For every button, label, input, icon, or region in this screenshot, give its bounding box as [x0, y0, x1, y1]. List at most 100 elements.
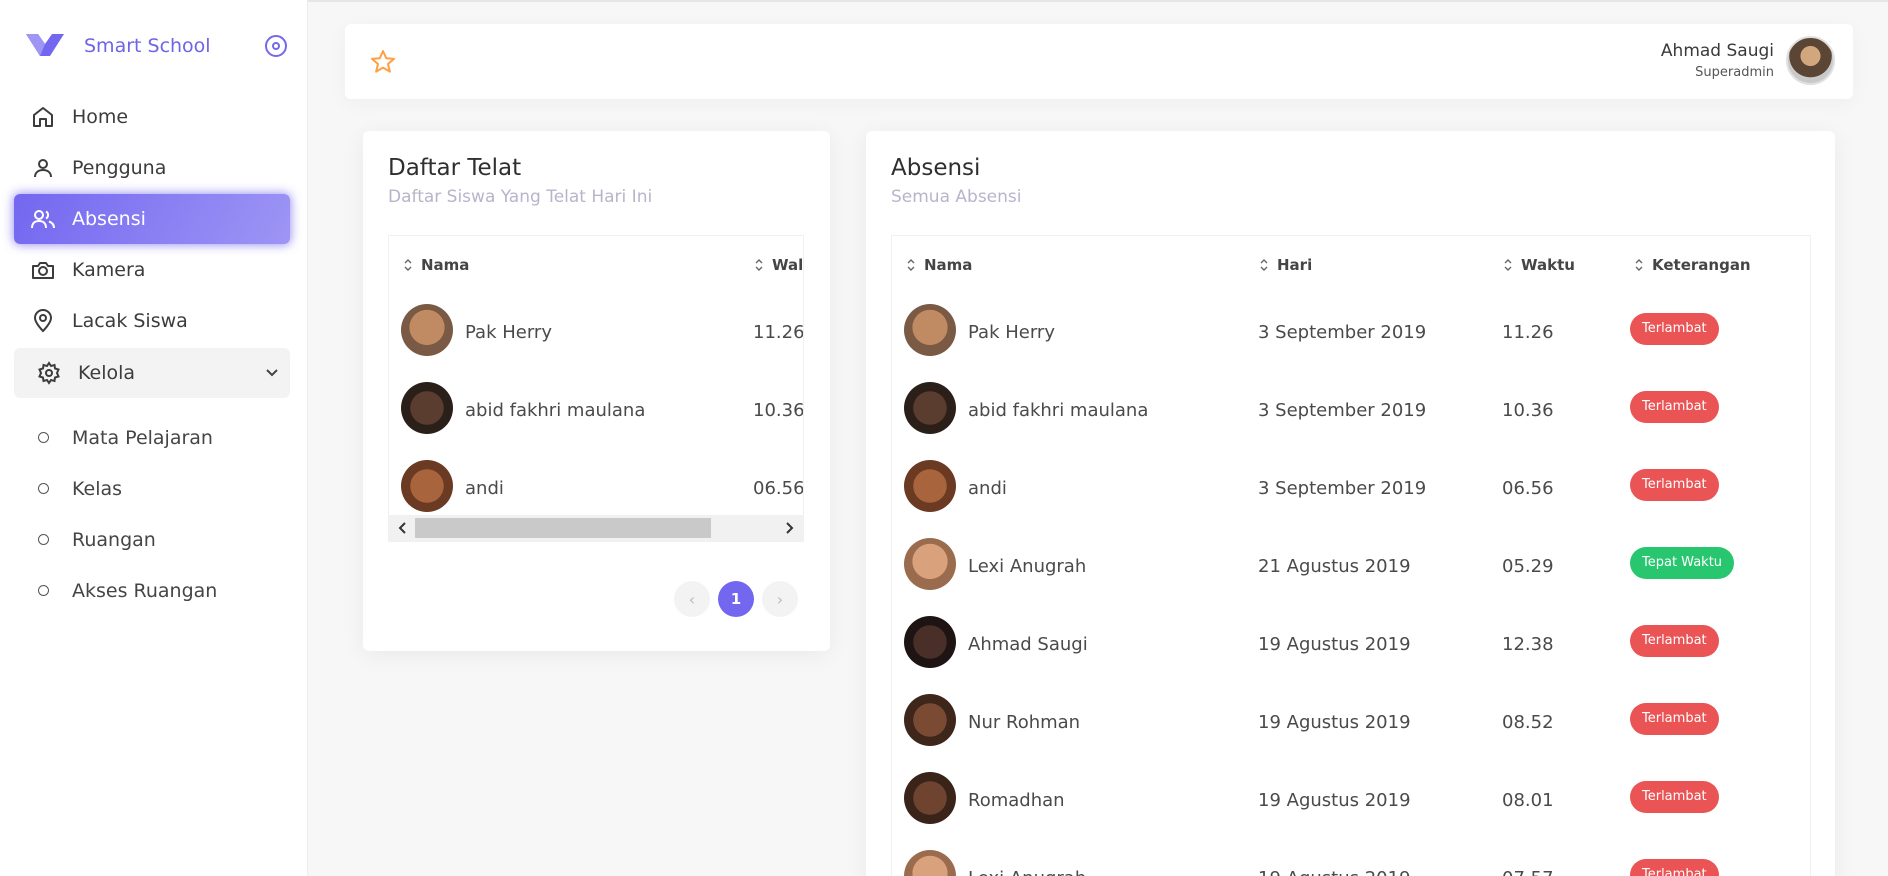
avatar[interactable] [1786, 36, 1835, 85]
sidebar-subitem-ruangan[interactable]: Ruangan [14, 514, 290, 565]
sort-icon [404, 259, 412, 271]
sidebar-subitem-mata-pelajaran[interactable]: Mata Pelajaran [14, 412, 290, 463]
horizontal-scrollbar[interactable] [389, 515, 803, 541]
table-row[interactable]: Pak Herry 3 September 2019 11.26 Terlamb… [892, 293, 1810, 371]
avatar [904, 850, 956, 876]
column-header-nama[interactable]: Nama [403, 256, 469, 274]
sidebar-item-absensi[interactable]: Absensi [14, 194, 290, 244]
table-row[interactable]: Lexi Anugrah 19 Agustus 2019 07.57 Terla… [892, 839, 1810, 876]
row-name: abid fakhri maulana [968, 400, 1149, 421]
row-name: andi [465, 478, 504, 499]
status-badge: Terlambat [1630, 391, 1719, 423]
pagination: ‹ 1 › [674, 581, 798, 617]
sidebar-item-label: Lacak Siswa [72, 310, 188, 332]
page-button-1[interactable]: 1 [718, 581, 754, 617]
row-time: 12.38 [1502, 634, 1554, 655]
row-day: 19 Agustus 2019 [1258, 790, 1411, 811]
scroll-left-icon[interactable] [397, 522, 409, 534]
table-row[interactable]: abid fakhri maulana 3 September 2019 10.… [892, 371, 1810, 449]
user-role: Superadmin [1695, 65, 1774, 80]
sidebar: Smart School Home Pengguna Absensi Kamer… [0, 0, 308, 876]
column-label: Waktu [1521, 256, 1575, 274]
table-row[interactable]: Ahmad Saugi 19 Agustus 2019 12.38 Terlam… [892, 605, 1810, 683]
row-day: 21 Agustus 2019 [1258, 556, 1411, 577]
scrollbar-thumb[interactable] [415, 518, 711, 538]
status-badge: Terlambat [1630, 859, 1719, 876]
sidebar-group-kelola[interactable]: Kelola [14, 348, 290, 398]
column-header-waktu[interactable]: Wal [754, 256, 803, 274]
status-badge: Terlambat [1630, 313, 1719, 345]
row-day: 3 September 2019 [1258, 478, 1427, 499]
card-subtitle: Semua Absensi [891, 187, 1022, 207]
top-navbar: Ahmad Saugi Superadmin [345, 24, 1853, 99]
sidebar-item-lacak-siswa[interactable]: Lacak Siswa [14, 296, 290, 346]
card-title: Absensi [891, 155, 981, 181]
camera-icon [30, 257, 56, 283]
sidebar-subitem-kelas[interactable]: Kelas [14, 463, 290, 514]
column-label: Keterangan [1652, 256, 1751, 274]
avatar [904, 616, 956, 668]
user-meta: Ahmad Saugi Superadmin [1661, 41, 1774, 80]
row-day: 19 Agustus 2019 [1258, 712, 1411, 733]
sidebar-item-label: Absensi [72, 208, 146, 230]
column-header-keterangan[interactable]: Keterangan [1634, 256, 1751, 274]
sidebar-toggle-icon[interactable] [264, 34, 288, 58]
sidebar-item-home[interactable]: Home [14, 92, 290, 142]
status-badge: Terlambat [1630, 781, 1719, 813]
sidebar-subitem-label: Kelas [72, 477, 123, 500]
row-name: andi [968, 478, 1007, 499]
column-label: Nama [421, 256, 470, 274]
sort-icon [907, 259, 915, 271]
sidebar-item-label: Pengguna [72, 157, 167, 179]
column-header-waktu[interactable]: Waktu [1503, 256, 1575, 274]
next-page-button[interactable]: › [762, 581, 798, 617]
column-header-hari[interactable]: Hari [1259, 256, 1312, 274]
status-badge: Terlambat [1630, 625, 1719, 657]
sidebar-subitem-label: Akses Ruangan [72, 579, 218, 602]
sort-icon [755, 259, 763, 271]
table-row[interactable]: andi 3 September 2019 06.56 Terlambat [892, 449, 1810, 527]
sidebar-item-kamera[interactable]: Kamera [14, 245, 290, 295]
scroll-right-icon[interactable] [783, 522, 795, 534]
late-table: Nama Wal Pak Herry 11.26 abid fakhri mau… [388, 235, 804, 542]
circle-icon [38, 534, 49, 545]
table-row[interactable]: abid fakhri maulana 10.36 [389, 371, 803, 449]
table-row[interactable]: Nur Rohman 19 Agustus 2019 08.52 Terlamb… [892, 683, 1810, 761]
sort-icon [1260, 259, 1268, 271]
card-subtitle: Daftar Siswa Yang Telat Hari Ini [388, 187, 653, 207]
sidebar-subitem-akses-ruangan[interactable]: Akses Ruangan [14, 565, 290, 616]
row-name: Lexi Anugrah [968, 868, 1086, 876]
row-name: abid fakhri maulana [465, 400, 646, 421]
column-label: Wal [772, 256, 804, 274]
row-time: 10.36 [1502, 400, 1554, 421]
app-name: Smart School [84, 35, 211, 57]
absensi-table: Nama Hari Waktu Keterangan Pak Herry 3 S… [891, 235, 1811, 876]
circle-icon [38, 585, 49, 596]
sidebar-subitem-label: Ruangan [72, 528, 156, 551]
chevron-down-icon [266, 369, 278, 377]
sort-icon [1504, 259, 1512, 271]
avatar [904, 304, 956, 356]
status-badge: Tepat Waktu [1630, 547, 1735, 579]
home-icon [30, 104, 56, 130]
user-name: Ahmad Saugi [1660, 41, 1774, 61]
brand[interactable]: Smart School [24, 28, 292, 64]
table-row[interactable]: Pak Herry 11.26 [389, 293, 803, 371]
table-header: Nama Wal [389, 236, 803, 293]
settings-icon [36, 360, 62, 386]
row-time: 11.26 [753, 322, 804, 343]
sidebar-item-pengguna[interactable]: Pengguna [14, 143, 290, 193]
table-row[interactable]: Lexi Anugrah 21 Agustus 2019 05.29 Tepat… [892, 527, 1810, 605]
circle-icon [38, 432, 49, 443]
row-time: 06.56 [753, 478, 804, 499]
row-day: 3 September 2019 [1258, 400, 1427, 421]
user-menu[interactable]: Ahmad Saugi Superadmin [1661, 36, 1835, 85]
row-time: 11.26 [1502, 322, 1554, 343]
status-badge: Terlambat [1630, 703, 1719, 735]
row-name: Romadhan [968, 790, 1065, 811]
table-row[interactable]: Romadhan 19 Agustus 2019 08.01 Terlambat [892, 761, 1810, 839]
column-header-nama[interactable]: Nama [906, 256, 972, 274]
prev-page-button[interactable]: ‹ [674, 581, 710, 617]
star-icon[interactable] [369, 48, 397, 76]
row-name: Lexi Anugrah [968, 556, 1087, 577]
